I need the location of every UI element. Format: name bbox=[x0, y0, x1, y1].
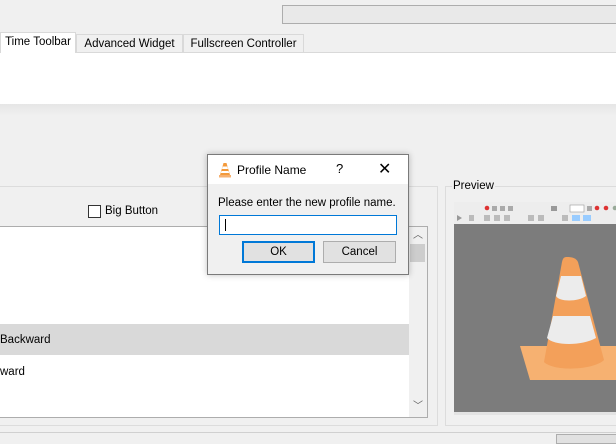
vlc-cone-icon bbox=[520, 257, 616, 380]
close-icon[interactable]: ✕ bbox=[378, 159, 391, 179]
bottom-button[interactable] bbox=[556, 434, 616, 444]
tab-label: Time Toolbar bbox=[5, 36, 71, 48]
preview-seek-bar bbox=[454, 412, 616, 415]
scroll-down-icon[interactable]: ﹀ bbox=[409, 399, 427, 415]
vlc-cone-icon bbox=[219, 163, 231, 178]
tab-time-toolbar[interactable]: Time Toolbar bbox=[0, 32, 76, 53]
profile-name-input[interactable] bbox=[219, 215, 397, 235]
toolbar-divider bbox=[0, 104, 616, 116]
preview-label: Preview bbox=[452, 180, 495, 192]
profile-combobox[interactable] bbox=[282, 5, 616, 24]
cancel-button[interactable]: Cancel bbox=[323, 241, 396, 263]
tab-advanced-widget[interactable]: Advanced Widget bbox=[76, 34, 183, 53]
scroll-up-icon[interactable]: ︿ bbox=[409, 228, 427, 244]
scroll-thumb[interactable] bbox=[410, 244, 425, 262]
dialog-prompt: Please enter the new profile name. bbox=[218, 197, 396, 209]
ok-button[interactable]: OK bbox=[242, 241, 315, 263]
toolbar-edit-area[interactable] bbox=[0, 52, 616, 108]
help-button[interactable]: ? bbox=[336, 161, 343, 176]
tab-fullscreen-controller[interactable]: Fullscreen Controller bbox=[183, 34, 304, 53]
preview-video bbox=[454, 224, 616, 412]
tab-label: Fullscreen Controller bbox=[190, 38, 297, 50]
bottom-separator bbox=[0, 432, 616, 438]
big-button-checkbox[interactable] bbox=[88, 205, 101, 218]
profile-name-dialog: Profile Name ? ✕ Please enter the new pr… bbox=[207, 154, 409, 275]
tab-label: Advanced Widget bbox=[84, 38, 175, 50]
list-item[interactable]: ward bbox=[0, 366, 25, 378]
big-button-label: Big Button bbox=[105, 205, 159, 217]
text-caret bbox=[225, 219, 226, 231]
list-item-selected[interactable] bbox=[0, 324, 409, 355]
preview-toolbar-icons bbox=[457, 204, 616, 221]
preview-toolbar bbox=[454, 202, 616, 224]
list-item[interactable]: Backward bbox=[0, 334, 51, 346]
dialog-title: Profile Name bbox=[237, 163, 307, 177]
